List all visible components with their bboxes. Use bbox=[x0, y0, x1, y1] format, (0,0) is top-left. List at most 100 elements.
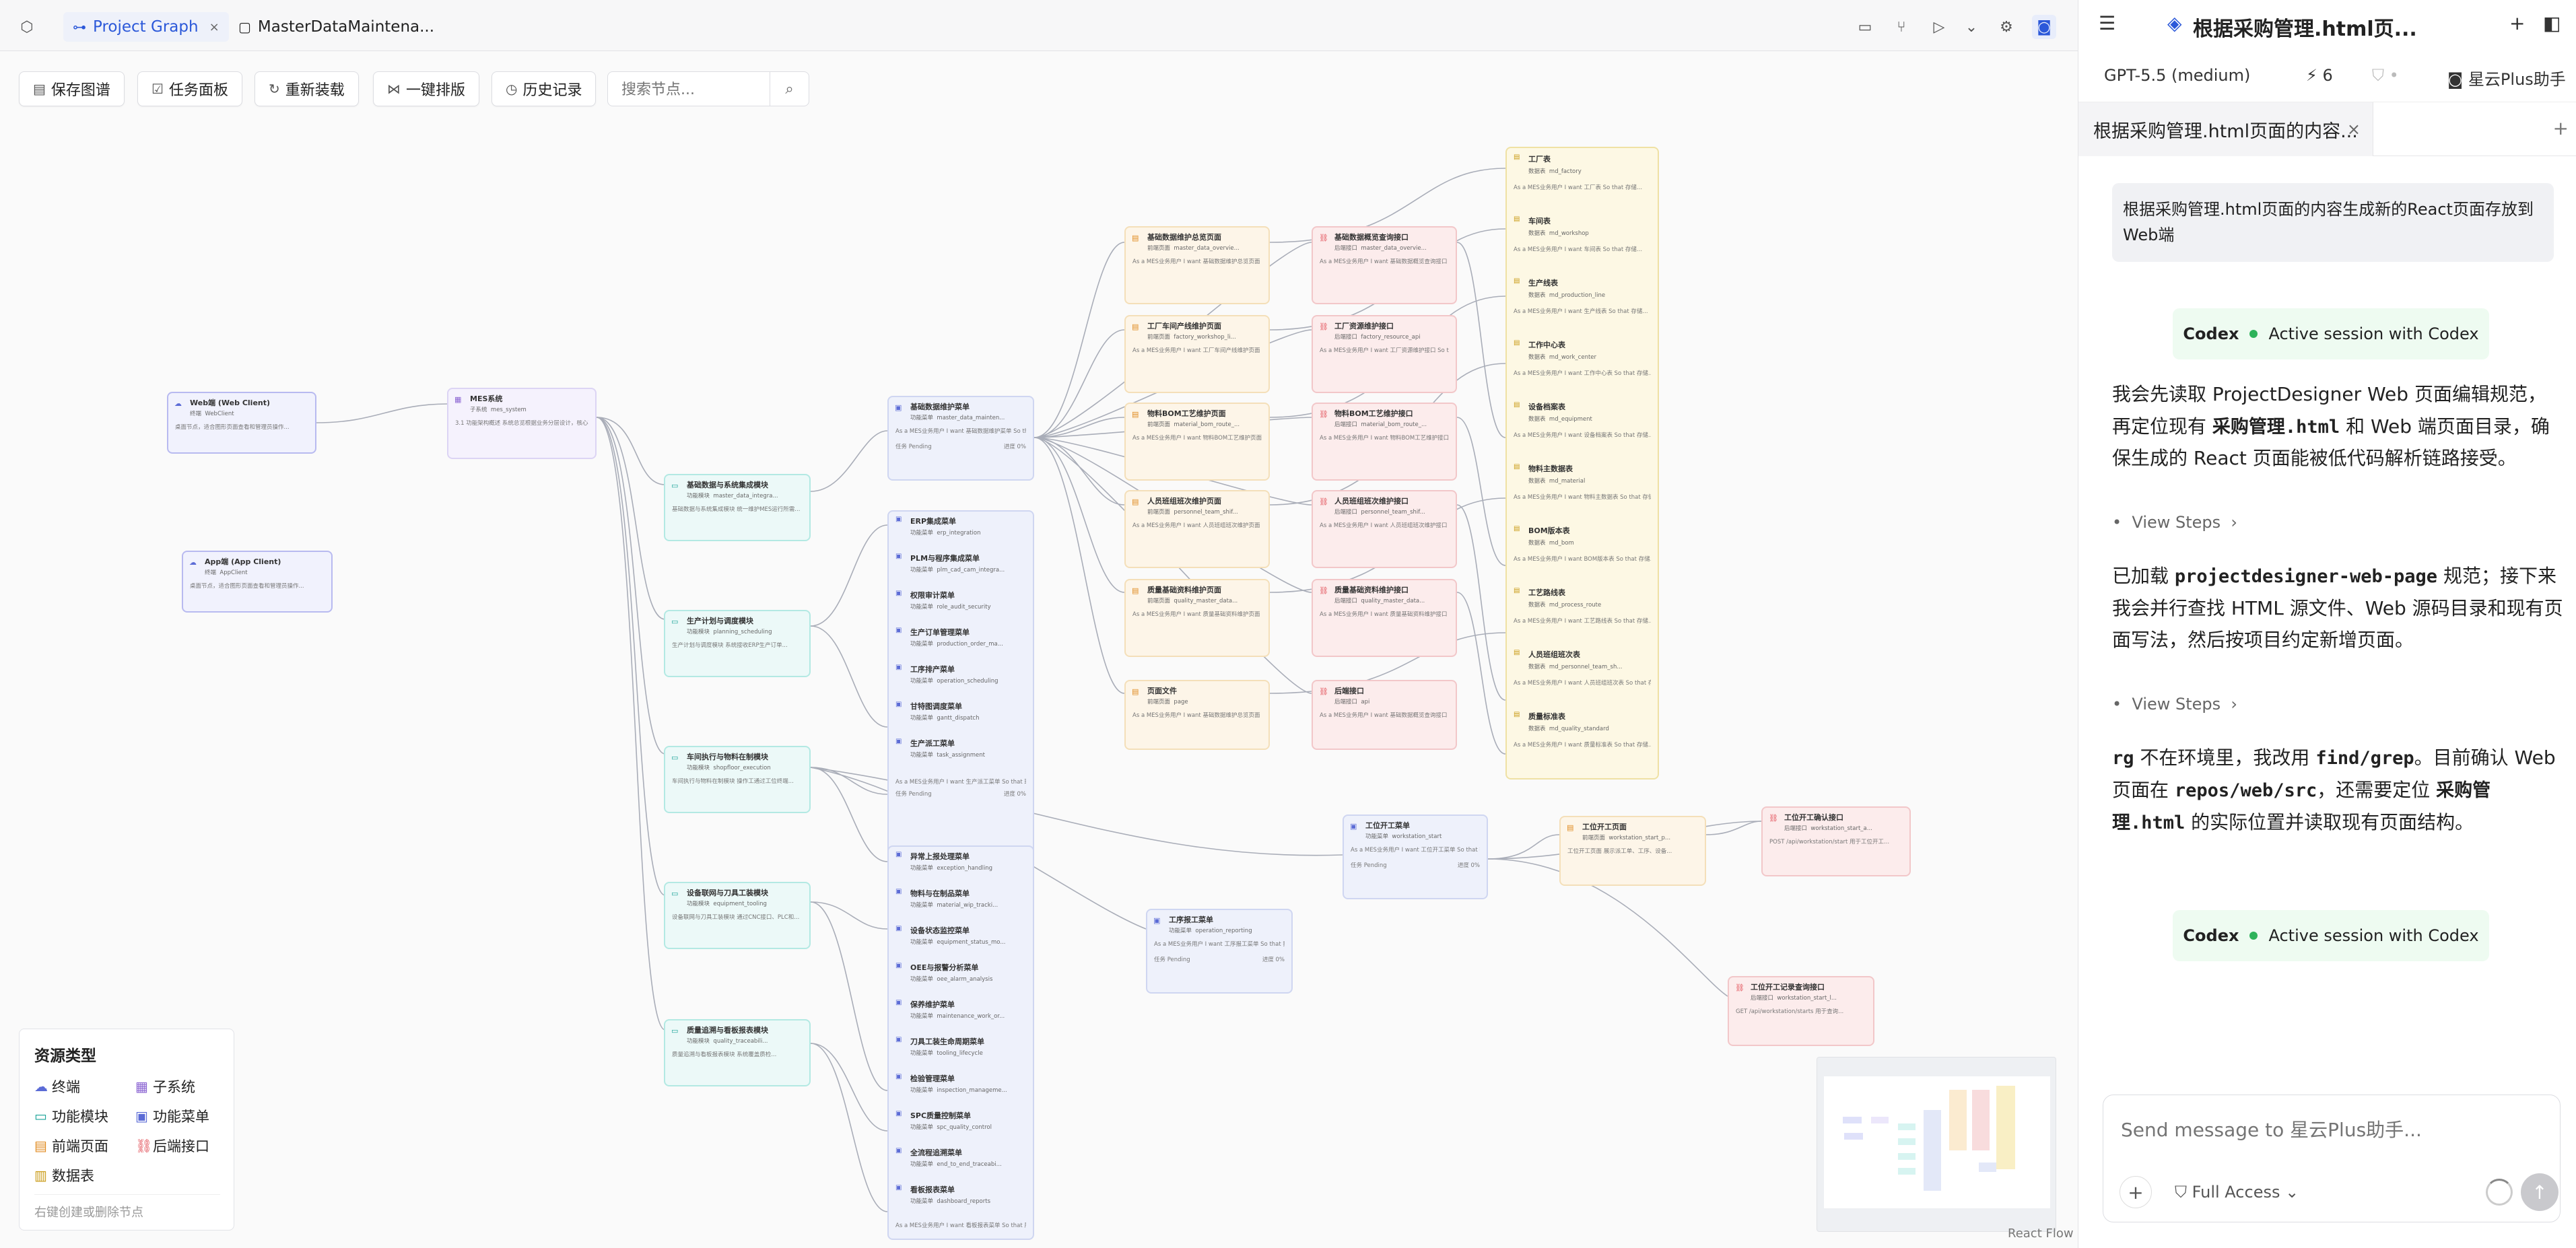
close-icon[interactable]: × bbox=[209, 20, 219, 34]
module-node[interactable]: ▭ 质量追溯与看板报表模块 功能模块 quality_traceabili...… bbox=[664, 1019, 811, 1086]
auto-layout-button[interactable]: ⋈ 一键排版 bbox=[373, 71, 480, 106]
menu-item[interactable]: SPC质量控制菜单功能菜单 spc_quality_control bbox=[895, 1110, 1026, 1147]
module-node[interactable]: ▭ 设备联网与刀具工装模块 功能模块 equipment_tooling 设备联… bbox=[664, 882, 811, 949]
session-tab[interactable]: 根据采购管理.html页面的内容... × bbox=[2078, 102, 2373, 156]
table-item[interactable]: 人员班组班次表数据表 md_personnel_team_sh... As a M… bbox=[1514, 649, 1651, 711]
tab-master-data[interactable]: ▢ MasterDataMaintena... bbox=[229, 12, 444, 42]
node-title: 工厂资源维护接口 bbox=[1334, 322, 1394, 331]
menu-item[interactable]: 物料与在制品菜单功能菜单 material_wip_tracki... bbox=[895, 888, 1026, 925]
minimap[interactable] bbox=[1817, 1057, 2056, 1232]
gear-icon[interactable]: ⚙ bbox=[1994, 15, 2019, 39]
api-node[interactable]: ⛓ 质量基础资料维护接口 后端接口 quality_master_data... As… bbox=[1312, 579, 1457, 657]
search-input[interactable] bbox=[621, 79, 770, 100]
bot-icon[interactable]: ◙ bbox=[2032, 15, 2056, 39]
graph-canvas[interactable]: ☁ Web端 (Web Client) 终端 WebClient 桌面节点，适合… bbox=[0, 121, 2078, 1248]
page-node[interactable]: ▤ 物料BOM工艺维护页面 前端页面 material_bom_route_... A… bbox=[1124, 403, 1270, 481]
close-icon[interactable]: × bbox=[2347, 120, 2361, 139]
reload-button[interactable]: ↻ 重新装载 bbox=[255, 71, 359, 106]
play-icon[interactable]: ▷ bbox=[1927, 15, 1951, 39]
react-flow-attribution[interactable]: React Flow bbox=[2008, 1226, 2074, 1241]
menu-item[interactable]: 生产订单管理菜单功能菜单 production_order_ma... bbox=[895, 627, 1026, 664]
new-tab-icon[interactable]: + bbox=[2553, 117, 2569, 139]
system-node-mes[interactable]: ▦ MES系统 子系统 mes_system 3.1 功能架构概述 系统总览根据… bbox=[447, 388, 597, 459]
module-node[interactable]: ▭ 车间执行与物料在制模块 功能模块 shopfloor_execution 车… bbox=[664, 746, 811, 813]
api-node-workstation[interactable]: ⛓ 工位开工确认接口 后端接口 workstation_start_a... P… bbox=[1761, 806, 1911, 876]
menu-icon[interactable]: ☰ bbox=[2099, 12, 2115, 34]
shield-icon[interactable]: ⛉ • bbox=[2372, 66, 2399, 85]
menu-item[interactable]: ERP集成菜单功能菜单 erp_integration bbox=[895, 516, 1026, 553]
node-subtitle: 功能模块 shopfloor_execution bbox=[672, 765, 803, 772]
client-node-web[interactable]: ☁ Web端 (Web Client) 终端 WebClient 桌面节点，适合… bbox=[167, 392, 316, 454]
table-item[interactable]: BOM版本表数据表 md_bom As a MES业务用户 I want BOM版… bbox=[1514, 525, 1651, 587]
table-item[interactable]: 设备档案表数据表 md_equipment As a MES业务用户 I want… bbox=[1514, 401, 1651, 463]
page-node[interactable]: ▤ 页面文件 前端页面 page As a MES业务用户 I want 基础数据维护… bbox=[1124, 680, 1270, 750]
folder-icon: ▭ bbox=[671, 753, 679, 762]
menu-item[interactable]: PLM与程序集成菜单功能菜单 plm_cad_cam_integra... bbox=[895, 553, 1026, 590]
save-graph-button[interactable]: ▤ 保存图谱 bbox=[19, 71, 125, 106]
view-steps-toggle[interactable]: • View Steps › bbox=[2112, 695, 2237, 714]
menu-item[interactable]: 权限审计菜单功能菜单 role_audit_security bbox=[895, 590, 1026, 627]
menu-node-workstation[interactable]: ▣ 工位开工菜单 功能菜单 workstation_start As a MES… bbox=[1343, 814, 1488, 899]
page-node[interactable]: ▤ 工厂车间产线维护页面 前端页面 factory_workshop_li... As… bbox=[1124, 315, 1270, 393]
item-code: md_process_route bbox=[1549, 602, 1602, 609]
msg-text: 已加载 bbox=[2112, 565, 2175, 587]
history-button[interactable]: ◷ 历史记录 bbox=[492, 71, 597, 106]
module-node[interactable]: ▭ 生产计划与调度模块 功能模块 planning_scheduling 生产计… bbox=[664, 610, 811, 677]
grid-icon: ▦ bbox=[454, 395, 462, 404]
module-node[interactable]: ▭ 基础数据与系统集成模块 功能模块 master_data_integra..… bbox=[664, 474, 811, 541]
table-item[interactable]: 工厂表数据表 md_factory As a MES业务用户 I want 工厂表… bbox=[1514, 153, 1651, 215]
client-node-app[interactable]: ☁ App端 (App Client) 终端 AppClient 桌面节点，适合… bbox=[182, 551, 333, 613]
api-node[interactable]: ⛓ 后端接口 后端接口 api As a MES业务用户 I want 基础数据概览查… bbox=[1312, 680, 1457, 750]
task-panel-button[interactable]: ☑ 任务面板 bbox=[137, 71, 242, 106]
table-item[interactable]: 工作中心表数据表 md_work_center As a MES业务用户 I wa… bbox=[1514, 339, 1651, 401]
api-node-workstation-log[interactable]: ⛓ 工位开工记录查询接口 后端接口 workstation_start_l...… bbox=[1728, 976, 1874, 1046]
api-node[interactable]: ⛓ 人员班组班次维护接口 后端接口 personnel_team_shif... As… bbox=[1312, 490, 1457, 568]
view-steps-toggle[interactable]: • View Steps › bbox=[2112, 513, 2237, 532]
send-button[interactable]: ↑ bbox=[2521, 1173, 2558, 1211]
table-item[interactable]: 物料主数据表数据表 md_material As a MES业务用户 I want… bbox=[1514, 463, 1651, 525]
message-input[interactable] bbox=[2121, 1115, 2538, 1149]
menu-node-reporting[interactable]: ▣ 工序报工菜单 功能菜单 operation_reporting As a M… bbox=[1146, 909, 1293, 994]
table-item[interactable]: 车间表数据表 md_workshop As a MES业务用户 I want 车间… bbox=[1514, 215, 1651, 277]
menu-item[interactable]: 生产派工菜单功能菜单 task_assignment bbox=[895, 738, 1026, 775]
page-node[interactable]: ▤ 基础数据维护总览页面 前端页面 master_data_overvie... As… bbox=[1124, 226, 1270, 304]
api-node[interactable]: ⛓ 物料BOM工艺维护接口 后端接口 material_bom_route_... A… bbox=[1312, 403, 1457, 481]
menu-item[interactable]: 刀具工装生命周期菜单功能菜单 tooling_lifecycle bbox=[895, 1036, 1026, 1073]
menu-node-master-data[interactable]: ▣ 基础数据维护菜单 功能菜单 master_data_mainten... A… bbox=[887, 396, 1034, 481]
menu-item[interactable]: 检验管理菜单功能菜单 inspection_manageme... bbox=[895, 1073, 1026, 1110]
attach-button[interactable]: + bbox=[2120, 1176, 2152, 1208]
chevron-down-icon[interactable]: ⌄ bbox=[1959, 15, 1984, 39]
item-title: 保养维护菜单 bbox=[895, 999, 1026, 1010]
branch-icon[interactable]: ⑂ bbox=[1889, 15, 1913, 39]
tab-project-graph[interactable]: ⊶ Project Graph × bbox=[63, 12, 229, 42]
page-node-workstation[interactable]: ▤ 工位开工页面 前端页面 workstation_start_p... 工位开… bbox=[1559, 816, 1706, 886]
table-item[interactable]: 生产线表数据表 md_production_line As a MES业务用户 I… bbox=[1514, 277, 1651, 339]
search-icon[interactable]: ⌕ bbox=[770, 72, 809, 106]
model-selector[interactable]: GPT-5.5 (medium) bbox=[2104, 66, 2250, 85]
node-search[interactable]: ⌕ bbox=[607, 71, 809, 106]
node-tag: 功能模块 bbox=[687, 492, 710, 499]
menu-item[interactable]: 看板报表菜单功能菜单 dashboard_reports bbox=[895, 1184, 1026, 1221]
menu-item[interactable]: 保养维护菜单功能菜单 maintenance_work_or... bbox=[895, 999, 1026, 1036]
table-item[interactable]: 质量标准表数据表 md_quality_standard As a MES业务用户… bbox=[1514, 711, 1651, 773]
access-selector[interactable]: ⛉ Full Access ⌄ bbox=[2175, 1183, 2299, 1202]
terminal-icon[interactable]: ▭ bbox=[1853, 15, 1877, 39]
page-node[interactable]: ▤ 质量基础资料维护页面 前端页面 quality_master_data... As… bbox=[1124, 579, 1270, 657]
api-node[interactable]: ⛓ 工厂资源维护接口 后端接口 factory_resource_api As a M… bbox=[1312, 315, 1457, 393]
node-title: 后端接口 bbox=[1334, 687, 1364, 695]
plus-icon[interactable]: + bbox=[2509, 12, 2525, 34]
sidebar-toggle-icon[interactable]: ◧ bbox=[2543, 12, 2561, 34]
assistant-selector[interactable]: ◙ 星云Plus助手 bbox=[2447, 66, 2566, 90]
page-node[interactable]: ▤ 人员班组班次维护页面 前端页面 personnel_team_shif... As… bbox=[1124, 490, 1270, 568]
table-item[interactable]: 工艺路线表数据表 md_process_route As a MES业务用户 I … bbox=[1514, 587, 1651, 649]
item-code: oee_alarm_analysis bbox=[937, 976, 993, 983]
menu-item[interactable]: 全流程追溯菜单功能菜单 end_to_end_traceabi... bbox=[895, 1147, 1026, 1184]
menu-item[interactable]: 甘特图调度菜单功能菜单 gantt_dispatch bbox=[895, 701, 1026, 738]
menu-item[interactable]: 工序排产菜单功能菜单 operation_scheduling bbox=[895, 664, 1026, 701]
menu-item[interactable]: 异常上报处理菜单功能菜单 exception_handling bbox=[895, 851, 1026, 888]
api-node[interactable]: ⛓ 基础数据概览查询接口 后端接口 master_data_overvie... As… bbox=[1312, 226, 1457, 304]
codex-logo-icon: ◈ bbox=[2167, 12, 2182, 34]
menu-item[interactable]: 设备状态监控菜单功能菜单 equipment_status_mo... bbox=[895, 925, 1026, 962]
menu-item[interactable]: OEE与报警分析菜单功能菜单 oee_alarm_analysis bbox=[895, 962, 1026, 999]
minimap-viewport[interactable] bbox=[1824, 1076, 2050, 1208]
